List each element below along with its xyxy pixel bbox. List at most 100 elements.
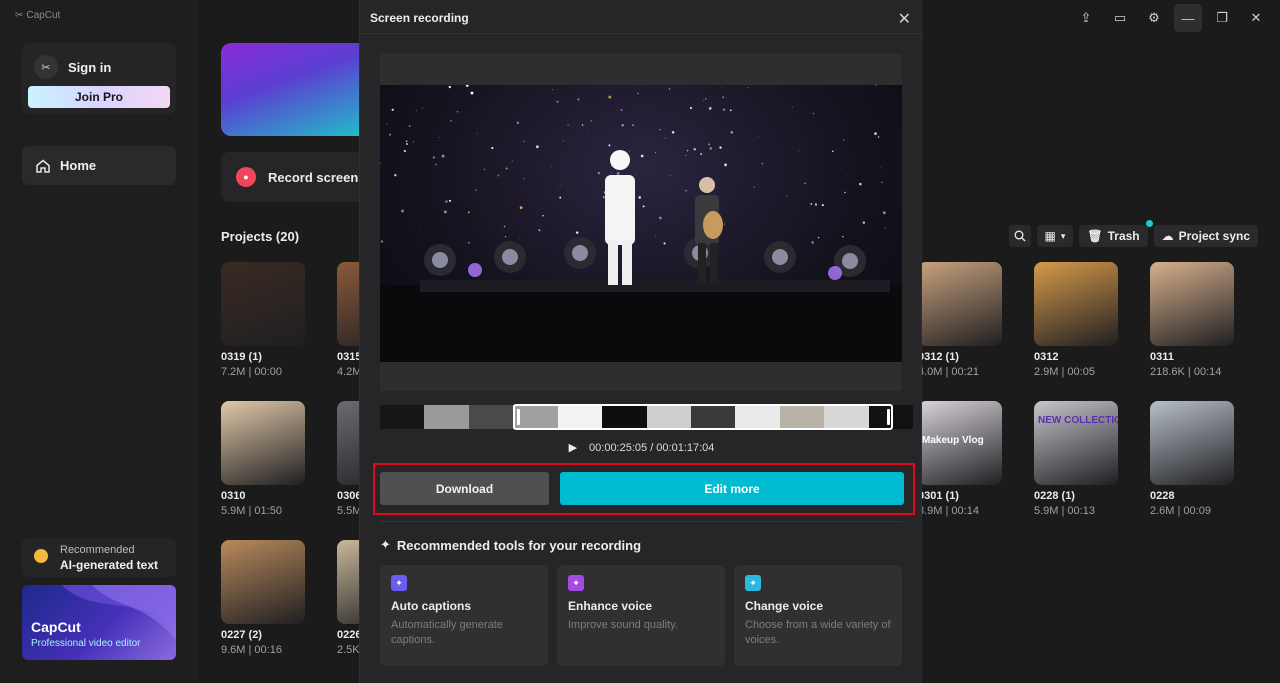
recommended-tools-label: Recommended tools for your recording (397, 538, 641, 553)
timeline-frame (424, 405, 468, 429)
app-logo-text: CapCut (26, 10, 60, 21)
gear-icon: ⚙ (1148, 10, 1160, 26)
sign-in-button[interactable]: ✂ Sign in (34, 55, 111, 79)
project-name: 0306 (337, 490, 361, 502)
video-player[interactable] (380, 54, 902, 391)
section-divider (380, 521, 902, 522)
timeline-frame (780, 405, 824, 429)
play-icon[interactable]: ▶ (569, 441, 577, 454)
project-name: 0228 (1150, 490, 1174, 502)
project-thumbnail[interactable]: NEW COLLECTIO (1034, 401, 1118, 485)
tool-card-change-voice[interactable]: ✦Change voiceChoose from a wide variety … (734, 565, 902, 666)
record-screen-label: Record screen (268, 170, 358, 185)
timeline-frame (869, 405, 913, 429)
view-toggle-button[interactable]: ▦ ▾ (1037, 225, 1074, 247)
timeline-frame (824, 405, 868, 429)
project-meta: 7.2M | 00:00 (221, 366, 282, 378)
grid-view-icon: ▦ (1045, 229, 1056, 243)
notification-dot (1146, 220, 1153, 227)
project-thumbnail[interactable]: Makeup Vlog (918, 401, 1002, 485)
project-thumbnail[interactable] (918, 262, 1002, 346)
sidebar-item-home[interactable]: Home (22, 146, 176, 185)
project-thumbnail[interactable] (221, 401, 305, 485)
playback-controls: ▶ 00:00:25:05 / 00:01:17:04 (360, 441, 923, 454)
timeline-frame (380, 405, 424, 429)
dialog-title: Screen recording (370, 11, 469, 25)
concert-frame-graphic (380, 85, 902, 362)
project-name: 0228 (1) (1034, 490, 1075, 502)
project-meta: 2.9M | 00:05 (1034, 366, 1095, 378)
tool-card-auto-captions[interactable]: ✦Auto captionsAutomatically generate cap… (380, 565, 548, 666)
project-sync-button[interactable]: ☁ Project sync (1154, 225, 1258, 247)
capcut-app: ✂ CapCut ✂ Sign in Join Pro Home Recomme… (0, 0, 1280, 683)
sidebar: ✂ CapCut ✂ Sign in Join Pro Home Recomme… (0, 0, 198, 683)
tool-description: Automatically generate captions. (391, 618, 541, 648)
search-button[interactable] (1009, 225, 1031, 247)
project-meta: 2.6M | 00:09 (1150, 505, 1211, 517)
minimize-button[interactable]: — (1174, 4, 1202, 32)
tool-card-enhance-voice[interactable]: ✦Enhance voiceImprove sound quality. (557, 565, 725, 666)
video-preview (380, 85, 902, 362)
thumbnail-overlay-text: NEW COLLECTIO (1038, 415, 1118, 426)
hero-banner[interactable] (221, 43, 381, 136)
close-dialog-button[interactable]: ✕ (898, 9, 911, 29)
promo-banner[interactable]: CapCut Professional video editor (22, 585, 176, 660)
cloud-sync-icon: ☁ (1162, 229, 1174, 243)
timeline-strip[interactable] (380, 405, 913, 429)
recommended-tools-title: ✦ Recommended tools for your recording (380, 537, 641, 553)
minimize-icon: — (1182, 11, 1195, 26)
timeline-frame (469, 405, 513, 429)
project-meta: 3.9M | 00:14 (918, 505, 979, 517)
trash-button[interactable]: 🗑 Trash (1079, 225, 1147, 247)
lightbulb-icon (34, 549, 48, 563)
home-icon (36, 159, 50, 173)
feedback-icon: ▭ (1114, 10, 1126, 26)
join-pro-button[interactable]: Join Pro (28, 86, 170, 108)
trim-handle-left[interactable] (517, 409, 520, 425)
upload-icon: ⇪ (1081, 10, 1092, 26)
edit-more-button[interactable]: Edit more (560, 472, 904, 505)
project-thumbnail[interactable] (1034, 262, 1118, 346)
download-button[interactable]: Download (380, 472, 549, 505)
project-name: 0315 (337, 351, 361, 363)
project-name: 0312 (1) (918, 351, 959, 363)
project-name: 0310 (221, 490, 245, 502)
project-name: 0226 (337, 629, 361, 641)
avatar-icon: ✂ (34, 55, 58, 79)
voice-enhance-icon: ✦ (568, 575, 584, 591)
upload-button[interactable]: ⇪ (1072, 4, 1100, 32)
timeline-frame (602, 405, 646, 429)
project-meta: 5.9M | 01:50 (221, 505, 282, 517)
project-thumbnail[interactable] (221, 262, 305, 346)
record-screen-button[interactable]: ● Record screen (221, 152, 381, 202)
close-window-button[interactable]: ✕ (1242, 4, 1270, 32)
restore-icon: ❐ (1216, 10, 1228, 26)
trash-icon: 🗑 (1087, 229, 1102, 243)
project-name: 0301 (1) (918, 490, 959, 502)
recommended-card[interactable]: Recommended AI-generated text (22, 538, 176, 577)
timeline-frame (647, 405, 691, 429)
project-name: 0319 (1) (221, 351, 262, 363)
feedback-button[interactable]: ▭ (1106, 4, 1134, 32)
close-icon: ✕ (898, 11, 911, 28)
close-window-icon: ✕ (1251, 10, 1262, 26)
search-icon (1014, 230, 1026, 242)
recommended-label: Recommended (60, 544, 135, 556)
sparkle-icon: ✦ (380, 537, 391, 553)
timeline-frame (735, 405, 779, 429)
tool-description: Choose from a wide variety of voices. (745, 618, 895, 648)
promo-title: CapCut (31, 619, 81, 635)
project-meta: 218.6K | 00:14 (1150, 366, 1221, 378)
window-controls: ⇪ ▭ ⚙ — ❐ ✕ (1072, 4, 1270, 32)
timeline-frame (691, 405, 735, 429)
capcut-logo-icon: ✂ (15, 10, 23, 21)
settings-button[interactable]: ⚙ (1140, 4, 1168, 32)
project-thumbnail[interactable] (221, 540, 305, 624)
restore-button[interactable]: ❐ (1208, 4, 1236, 32)
thumbnail-overlay-text: Makeup Vlog (922, 435, 984, 446)
trim-handle-right[interactable] (887, 409, 890, 425)
project-thumbnail[interactable] (1150, 401, 1234, 485)
project-name: 0311 (1150, 351, 1174, 363)
promo-subtitle: Professional video editor (31, 638, 141, 649)
project-thumbnail[interactable] (1150, 262, 1234, 346)
